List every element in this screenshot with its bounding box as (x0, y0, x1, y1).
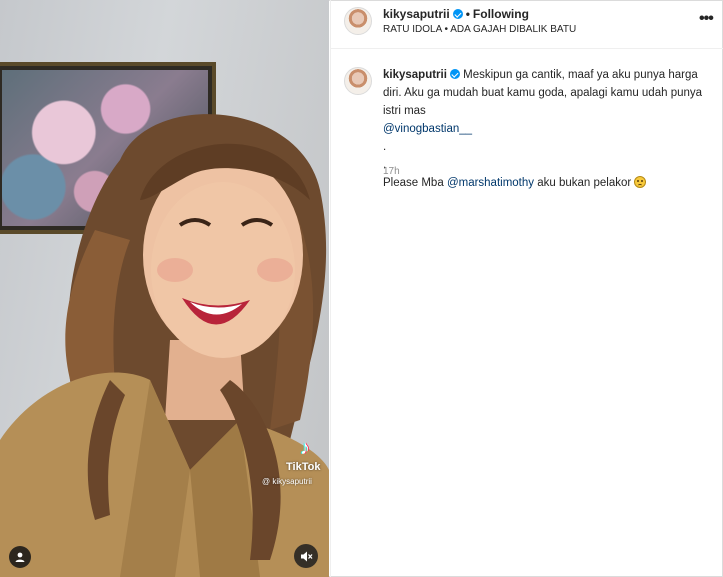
mention-link[interactable]: @vinogbastian__ (383, 123, 472, 135)
caption-avatar[interactable] (344, 67, 372, 95)
tiktok-watermark-brand: TikTok (286, 461, 321, 473)
frowning-face-icon (634, 176, 647, 188)
post-caption: kikysaputrii Meskipun ga cantik, maaf ya… (383, 66, 718, 192)
user-tag-button[interactable] (9, 546, 31, 568)
audio-label[interactable]: RATU IDOLA • ADA GAJAH DIBALIK BATU (383, 24, 576, 35)
caption-username[interactable]: kikysaputrii (383, 69, 447, 81)
following-button[interactable]: Following (473, 7, 529, 21)
mention-link[interactable]: @marshatimothy (447, 177, 534, 189)
post-details-panel: kikysaputrii • Following RATU IDOLA • ADA … (330, 0, 723, 577)
user-tag-icon (15, 552, 25, 562)
smiling-woman-image (0, 114, 329, 577)
post-header: kikysaputrii • Following RATU IDOLA • ADA … (331, 0, 723, 49)
avatar[interactable] (344, 7, 372, 35)
verified-badge-icon (452, 9, 463, 19)
caption-line-3-prefix: Please Mba (383, 177, 444, 189)
tiktok-watermark-user: @ kikysaputrii (262, 477, 312, 486)
caption-dot: . (383, 141, 387, 153)
mute-button[interactable] (294, 544, 318, 568)
caption-line-2: Aku ga mudah buat kamu goda, apalagi kam… (383, 87, 703, 117)
caption-line-3-suffix: aku bukan pelakor (537, 177, 632, 189)
post-timestamp[interactable]: 17h (383, 166, 400, 177)
verified-badge-icon (449, 69, 460, 79)
more-options-icon[interactable]: ••• (699, 10, 714, 28)
header-username[interactable]: kikysaputrii (383, 7, 450, 21)
post-video[interactable]: ♪ TikTok @ kikysaputrii (0, 0, 329, 577)
muted-speaker-icon (300, 551, 312, 561)
tiktok-icon: ♪ (300, 437, 310, 459)
